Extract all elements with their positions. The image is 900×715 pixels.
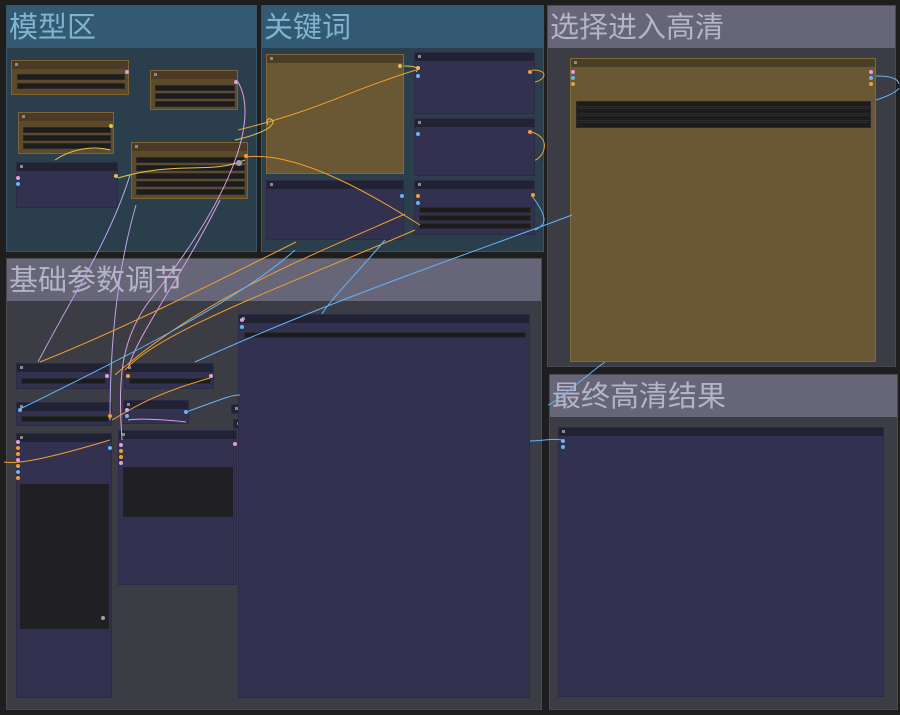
group-model-title: 模型区 bbox=[7, 6, 256, 48]
preview-image-node[interactable] bbox=[238, 314, 530, 698]
conditioning-node[interactable] bbox=[414, 180, 535, 235]
node-widget[interactable] bbox=[576, 108, 871, 114]
node-widget[interactable] bbox=[576, 122, 871, 128]
node-header[interactable] bbox=[17, 403, 111, 411]
node-widget[interactable] bbox=[21, 416, 109, 422]
node-widget[interactable] bbox=[155, 85, 235, 91]
vae-loader-node[interactable] bbox=[18, 112, 114, 154]
node-widget[interactable] bbox=[155, 101, 235, 107]
node-header[interactable] bbox=[17, 364, 108, 372]
group-keywords-title: 关键词 bbox=[262, 6, 543, 48]
seed-control-icon[interactable] bbox=[101, 616, 105, 620]
empty-latent-node[interactable] bbox=[16, 363, 109, 389]
node-header[interactable] bbox=[124, 401, 188, 409]
clip-text-encode-negative-node[interactable] bbox=[414, 118, 535, 176]
group-final-hires-title: 最终高清结果 bbox=[550, 375, 897, 417]
node-widget[interactable] bbox=[129, 378, 211, 384]
node-header[interactable] bbox=[125, 364, 213, 372]
vae-decode-node[interactable] bbox=[123, 400, 189, 424]
ksampler-hires-node[interactable] bbox=[118, 430, 237, 585]
node-widget[interactable] bbox=[155, 93, 235, 99]
node-header[interactable] bbox=[17, 434, 111, 442]
node-widget[interactable] bbox=[419, 223, 531, 229]
node-header[interactable] bbox=[267, 55, 403, 63]
group-base-params-title: 基础参数调节 bbox=[7, 259, 541, 301]
clip-set-layer-node[interactable] bbox=[16, 162, 118, 208]
node-widget[interactable] bbox=[136, 165, 245, 171]
node-widget[interactable] bbox=[136, 157, 245, 163]
node-widget[interactable] bbox=[419, 207, 531, 213]
positive-prompt-node[interactable] bbox=[266, 54, 404, 174]
ksampler-widgets[interactable] bbox=[20, 484, 109, 629]
node-widget[interactable] bbox=[244, 332, 526, 338]
node-header[interactable] bbox=[559, 428, 883, 436]
node-header[interactable] bbox=[239, 315, 529, 323]
node-header[interactable] bbox=[415, 181, 534, 189]
node-widget[interactable] bbox=[17, 74, 125, 80]
negative-prompt-node[interactable] bbox=[266, 180, 404, 240]
clip-text-encode-positive-node[interactable] bbox=[414, 52, 535, 114]
ksampler-hires-widgets[interactable] bbox=[123, 467, 233, 517]
node-widget[interactable] bbox=[17, 83, 125, 89]
final-image-node[interactable] bbox=[558, 427, 884, 697]
node-widget[interactable] bbox=[23, 127, 111, 133]
node-header[interactable] bbox=[132, 143, 247, 151]
node-header[interactable] bbox=[19, 113, 113, 121]
seed-node[interactable] bbox=[16, 402, 112, 426]
upscale-latent-node[interactable] bbox=[124, 363, 214, 389]
node-header[interactable] bbox=[17, 163, 117, 171]
image-chooser-node[interactable] bbox=[570, 58, 876, 362]
node-widget[interactable] bbox=[576, 115, 871, 121]
node-widget[interactable] bbox=[23, 143, 111, 149]
node-widget[interactable] bbox=[419, 215, 531, 221]
node-header[interactable] bbox=[12, 61, 128, 69]
node-widget[interactable] bbox=[23, 135, 111, 141]
node-header[interactable] bbox=[151, 71, 237, 79]
node-widget[interactable] bbox=[136, 181, 245, 187]
node-widget[interactable] bbox=[136, 173, 245, 179]
ksampler-node[interactable] bbox=[16, 433, 112, 698]
node-widget[interactable] bbox=[136, 189, 245, 195]
node-header[interactable] bbox=[267, 181, 403, 189]
lora-stack-node[interactable] bbox=[131, 142, 248, 199]
node-header[interactable] bbox=[415, 53, 534, 61]
lora-loader-node[interactable] bbox=[150, 70, 238, 110]
node-header[interactable] bbox=[571, 59, 875, 67]
node-header[interactable] bbox=[415, 119, 534, 127]
group-select-hires-title: 选择进入高清 bbox=[548, 6, 895, 48]
node-header[interactable] bbox=[119, 431, 236, 439]
checkpoint-loader-node[interactable] bbox=[11, 60, 129, 95]
node-widget[interactable] bbox=[21, 378, 106, 384]
node-widget[interactable] bbox=[576, 101, 871, 107]
